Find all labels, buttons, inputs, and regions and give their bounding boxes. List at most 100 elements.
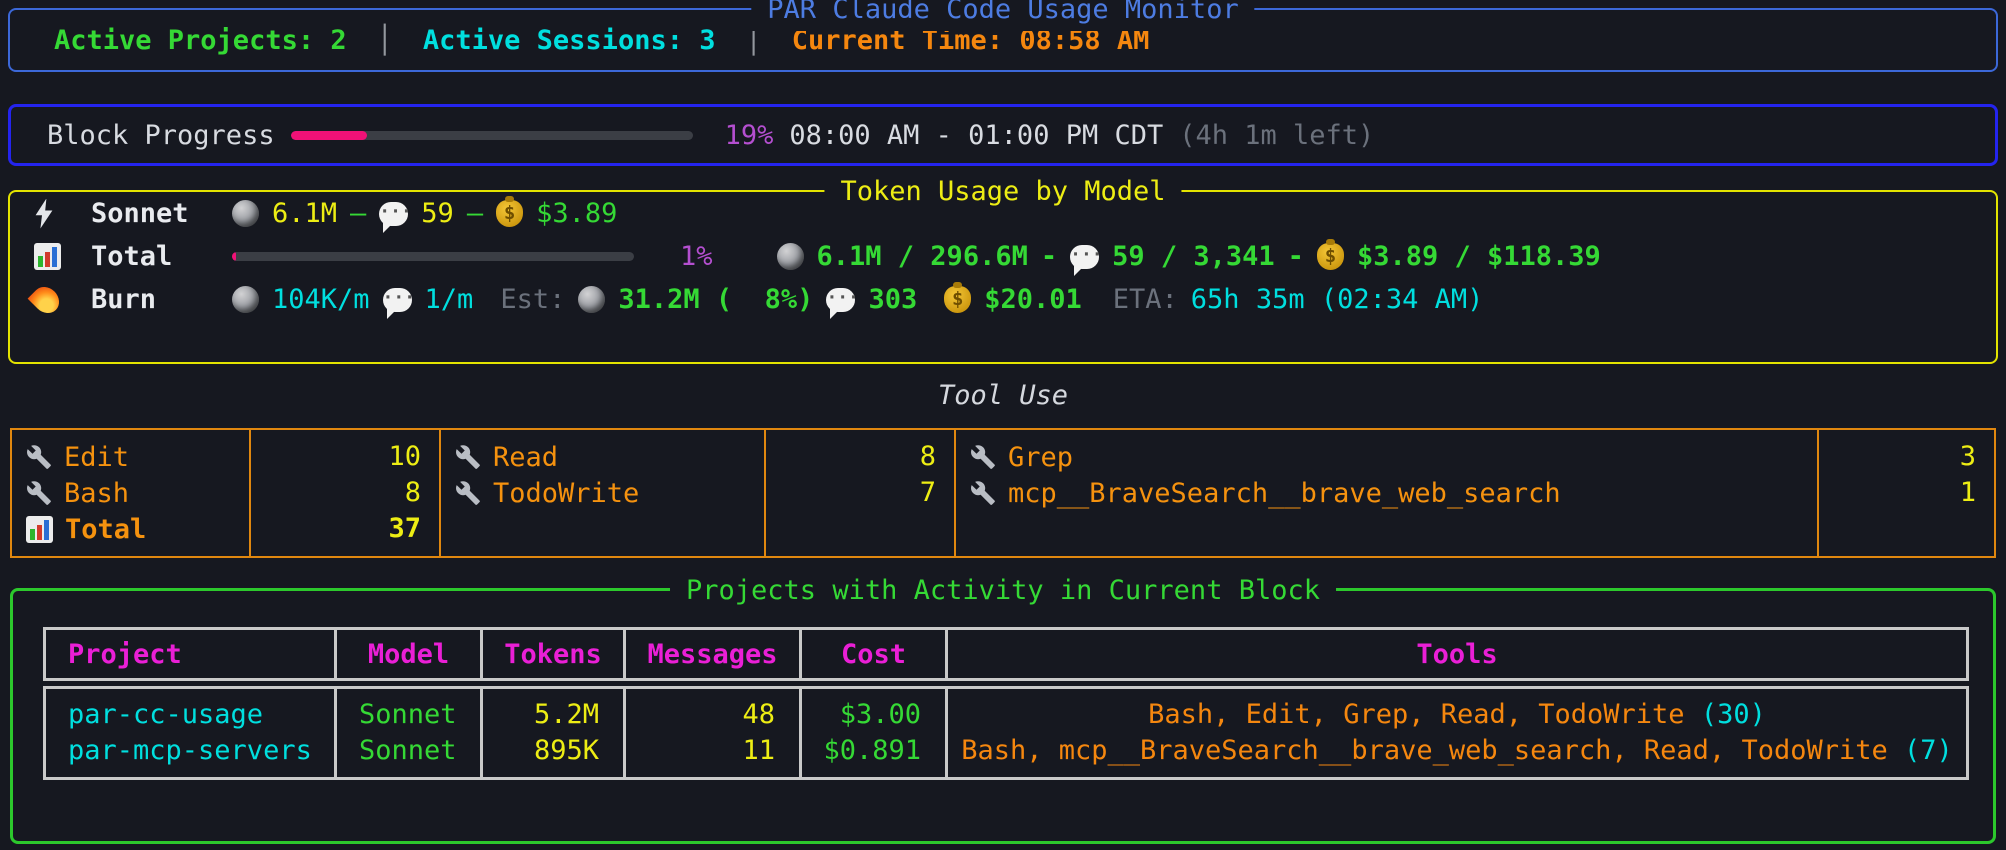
- block-progress-bar: [290, 130, 693, 140]
- wrench-icon: [970, 444, 996, 470]
- wrench-icon: [455, 444, 481, 470]
- block-time-left: (4h 1m left): [1179, 119, 1375, 151]
- money-bag-icon: $: [944, 282, 972, 313]
- money-bag-icon: $: [1316, 239, 1344, 270]
- projects-table-header: Project Model Tokens Messages Cost Tools: [43, 627, 1969, 681]
- active-sessions: Active Sessions: 3: [422, 24, 716, 56]
- tool-name: mcp__BraveSearch__brave_web_search: [1008, 477, 1561, 509]
- wrench-icon: [26, 444, 52, 470]
- tool-count: 3: [1959, 441, 1976, 472]
- messages-column: 48 11: [623, 689, 799, 777]
- tool-count: 8: [404, 477, 421, 508]
- tool-row: TodoWrite: [441, 475, 764, 511]
- speech-balloon-icon: ···: [826, 287, 859, 319]
- projects-table-body: par-cc-usage par-mcp-servers Sonnet Sonn…: [43, 686, 1969, 780]
- total-row: Total 1% 6.1M / 296.6M - ··· 59 / 3,341 …: [34, 235, 1996, 278]
- tool-count: 7: [919, 477, 936, 508]
- tool-use-table: Edit Bash Total 10 8 37 Read TodoWrite 8…: [10, 428, 1996, 558]
- tool-counts-column-3: 3 1: [1817, 430, 1994, 556]
- tool-names-column-2: Read TodoWrite: [439, 430, 764, 556]
- project-model: Sonnet: [359, 699, 457, 730]
- bar-chart-icon: [34, 243, 61, 270]
- project-tools: Bash, Edit, Grep, Read, TodoWrite (30): [948, 697, 1966, 733]
- total-messages: 59 / 3,341: [1112, 241, 1275, 272]
- tool-names-column-1: Edit Bash Total: [12, 430, 249, 556]
- dash: -: [1287, 241, 1304, 272]
- sonnet-tokens: 6.1M: [272, 198, 338, 229]
- project-name: par-mcp-servers: [68, 735, 312, 766]
- project-messages: 11: [742, 735, 775, 766]
- sonnet-cost: $3.89: [536, 198, 618, 229]
- active-projects: Active Projects: 2: [54, 24, 347, 56]
- tool-count: 8: [919, 441, 936, 472]
- block-progress-row: Block Progress 19% 08:00 AM - 01:00 PM C…: [11, 107, 1995, 163]
- project-tools: Bash, mcp__BraveSearch__brave_web_search…: [948, 733, 1966, 769]
- burn-message-rate: 1/m: [424, 284, 474, 315]
- tool-total-row: Total: [12, 511, 249, 547]
- block-time-range: 08:00 AM - 01:00 PM CDT: [789, 119, 1164, 151]
- projects-panel: Projects with Activity in Current Block …: [10, 570, 1996, 844]
- tool-use-title: Tool Use: [937, 380, 1069, 411]
- block-progress-label: Block Progress: [47, 119, 275, 151]
- project-tools-list: Bash, mcp__BraveSearch__brave_web_search…: [961, 735, 1888, 766]
- model-column: Sonnet Sonnet: [334, 689, 480, 777]
- eta-value: 65h 35m (02:34 AM): [1190, 284, 1484, 315]
- moon-icon: [776, 243, 804, 270]
- tool-name: Edit: [64, 441, 130, 473]
- header-tokens: Tokens: [480, 630, 623, 678]
- tool-name: Grep: [1008, 441, 1074, 473]
- token-usage-panel: Token Usage by Model Sonnet 6.1M – ··· 5…: [8, 171, 1998, 364]
- cost-column: $3.00 $0.891: [799, 689, 945, 777]
- project-tokens: 895K: [533, 735, 599, 766]
- block-progress-bar-fill: [290, 130, 367, 140]
- dash: -: [1040, 241, 1058, 272]
- total-progress-bar: [232, 252, 634, 261]
- tool-total-count: 37: [388, 513, 421, 544]
- tool-row: mcp__BraveSearch__brave_web_search: [956, 475, 1817, 511]
- model-label: Sonnet: [91, 198, 189, 229]
- money-bag-icon: $: [496, 196, 524, 227]
- tool-row: Read: [441, 439, 764, 475]
- tool-counts-column-1: 10 8 37: [249, 430, 439, 556]
- total-percent: 1%: [680, 241, 713, 272]
- project-messages: 48: [742, 699, 775, 730]
- tool-row: Bash: [12, 475, 249, 511]
- total-cost: $3.89 / $118.39: [1356, 241, 1601, 272]
- eta-label: ETA:: [1112, 284, 1178, 315]
- project-model: Sonnet: [359, 735, 457, 766]
- project-tools-count: (7): [1904, 735, 1953, 766]
- lightning-icon: [35, 198, 53, 229]
- tool-row: Grep: [956, 439, 1817, 475]
- burn-label: Burn: [91, 284, 157, 315]
- bar-chart-icon: [26, 515, 53, 543]
- fire-icon: [27, 281, 65, 318]
- tool-name: TodoWrite: [493, 477, 640, 509]
- project-tools-list: Bash, Edit, Grep, Read, TodoWrite: [1148, 699, 1685, 730]
- dash: –: [350, 198, 367, 229]
- tool-total-label: Total: [65, 513, 147, 545]
- burn-token-rate: 104K/m: [272, 284, 370, 315]
- moon-icon: [578, 286, 606, 313]
- dash: –: [466, 198, 484, 229]
- burn-row: Burn 104K/m ··· 1/m Est: 31.2M ( 8%) ···…: [27, 278, 1996, 321]
- projects-table: Project Model Tokens Messages Cost Tools…: [43, 627, 1969, 780]
- project-name: par-cc-usage: [68, 699, 264, 730]
- tool-counts-column-2: 8 7: [764, 430, 954, 556]
- speech-balloon-icon: ···: [1070, 244, 1103, 276]
- app-title: PAR Claude Code Usage Monitor: [751, 0, 1255, 31]
- est-cost: $20.01: [984, 284, 1082, 315]
- header-panel: PAR Claude Code Usage Monitor Active Pro…: [8, 0, 1998, 72]
- header-project: Project: [68, 638, 182, 670]
- moon-icon: [232, 200, 259, 227]
- total-label: Total: [91, 241, 173, 272]
- header-cost: Cost: [799, 630, 945, 678]
- total-tokens: 6.1M / 296.6M: [816, 241, 1028, 272]
- project-cost: $0.891: [823, 735, 921, 766]
- wrench-icon: [26, 480, 52, 506]
- divider-icon: │: [376, 24, 393, 56]
- tokens-column: 5.2M 895K: [480, 689, 623, 777]
- tool-count: 10: [388, 441, 421, 472]
- project-column: par-cc-usage par-mcp-servers: [46, 689, 334, 777]
- wrench-icon: [455, 480, 481, 506]
- tools-column: Bash, Edit, Grep, Read, TodoWrite (30) B…: [945, 689, 1966, 777]
